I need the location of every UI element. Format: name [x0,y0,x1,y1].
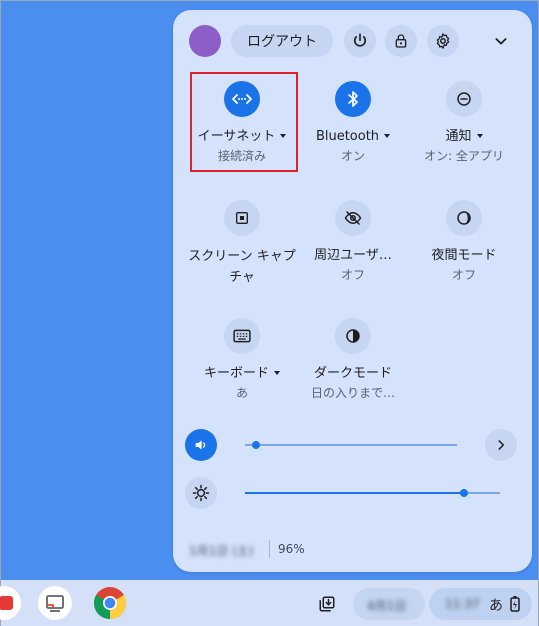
date-tray-button[interactable]: 4月1日 [353,588,425,620]
keyboard-label: キーボード [203,366,269,381]
highlight-box [190,72,298,172]
chevron-down-icon [495,38,507,45]
audio-settings-button[interactable] [485,429,517,461]
screencast-app-icon[interactable] [38,586,72,620]
ime-indicator: あ [489,598,503,614]
brightness-button [185,477,217,509]
dark-mode-icon [346,329,360,343]
battery-percentage[interactable]: 96% [278,542,305,556]
notification-icon [457,92,471,106]
chevron-right-icon [498,440,505,450]
lock-button[interactable] [385,25,417,57]
notifications-menu-toggle[interactable]: 通知 [409,127,519,146]
screencast-icon [46,595,64,612]
dropdown-caret-icon [274,371,280,375]
keyboard-tile-button[interactable] [224,318,260,354]
dropdown-caret-icon [476,134,483,138]
status-area-button[interactable]: 11:37 あ [429,588,532,620]
brightness-icon [192,484,210,502]
screen-capture-tile-button[interactable] [224,200,260,236]
bluetooth-tile-button[interactable] [335,81,371,117]
power-button[interactable] [344,25,376,57]
settings-button[interactable] [427,25,459,57]
footer-divider [269,540,270,558]
logout-button[interactable]: ログアウト [231,25,333,57]
tile-dark-mode[interactable]: ダークモード 日の入りまで… [298,318,408,401]
brightness-slider-thumb[interactable] [460,489,469,497]
bluetooth-menu-toggle[interactable]: Bluetooth [298,127,408,146]
tile-notifications[interactable]: 通知 オン: 全アプリ [409,81,519,164]
nearby-users-tile-button[interactable] [335,200,371,236]
dark-mode-status: 日の入りまで… [310,386,395,400]
power-icon [353,33,367,47]
screen-capture-label: スクリーン キャプチャ [188,249,296,285]
tile-night-mode[interactable]: 夜間モード オフ [409,200,519,283]
chrome-app-icon[interactable] [93,586,127,620]
settings-icon [436,33,450,49]
avatar[interactable] [189,25,221,57]
volume-slider-track[interactable] [245,444,457,446]
volume-slider-thumb[interactable] [251,441,260,449]
volume-icon [195,440,206,450]
holding-space-button[interactable] [308,588,346,620]
nearby-users-label: 周辺ユーザ… [314,248,392,263]
mute-toggle-button[interactable] [185,429,217,461]
lock-icon [395,34,407,48]
tile-nearby-users[interactable]: 周辺ユーザ… オフ [298,200,408,283]
hidden-eye-icon [344,211,362,225]
tile-keyboard[interactable]: キーボード あ [187,318,297,401]
shelf-date: 4月1日 [367,599,407,613]
keyboard-icon [233,329,251,343]
night-mode-status: オフ [451,268,476,282]
holding-space-icon [319,596,335,612]
notification-tile-button[interactable] [446,81,482,117]
brightness-slider-fill [245,492,465,494]
keyboard-status: あ [235,386,248,400]
bluetooth-icon [348,91,358,107]
shelf-time: 11:37 [445,597,480,611]
bluetooth-label: Bluetooth [315,129,380,144]
battery-icon [510,596,520,612]
night-mode-label: 夜間モード [431,248,497,263]
nearby-users-status: オフ [340,268,365,282]
notifications-status: オン: 全アプリ [424,149,504,163]
bluetooth-status: オン [340,149,365,163]
dropdown-caret-icon [384,134,391,138]
dark-mode-tile-button[interactable] [335,318,371,354]
notifications-label: 通知 [445,129,472,144]
chrome-icon [93,587,127,620]
collapse-button[interactable] [485,25,517,57]
tile-bluetooth[interactable]: Bluetooth オン [298,81,408,164]
footer-date[interactable]: 1月1日 (土) [189,542,253,559]
screen-capture-icon [236,212,248,224]
keyboard-menu-toggle[interactable]: キーボード [187,364,297,383]
night-mode-tile-button[interactable] [446,200,482,236]
tile-screen-capture[interactable]: スクリーン キャプチャ [187,200,297,288]
night-mode-icon [457,211,471,225]
dark-mode-label: ダークモード [313,366,392,381]
